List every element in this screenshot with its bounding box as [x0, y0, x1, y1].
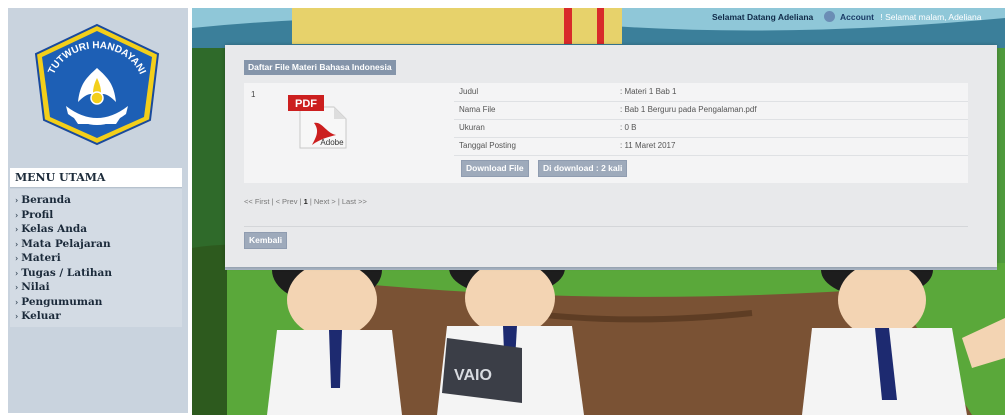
pagination-next[interactable]: Next > [314, 197, 336, 206]
sidebar-item-label: Beranda [21, 194, 71, 206]
meta-value: : 0 B [620, 123, 637, 132]
laptop-brand: VAIO [454, 367, 492, 384]
sidebar-item-label: Profil [21, 208, 54, 221]
meta-row-nama-file: Nama File : Bab 1 Berguru pada Pengalama… [454, 101, 968, 120]
meta-label: Nama File [459, 105, 496, 114]
user-icon [823, 11, 835, 23]
sidebar-item-tugas-latihan[interactable]: › Tugas / Latihan [10, 266, 182, 281]
meta-value: : 11 Maret 2017 [620, 141, 676, 150]
sidebar-item-label: Materi [21, 252, 61, 264]
meta-row-judul: Judul : Materi 1 Bab 1 [454, 83, 968, 102]
sidebar-item-mata-pelajaran[interactable]: › Mata Pelajaran [10, 237, 182, 252]
account-link[interactable]: Account [840, 12, 874, 22]
sidebar-item-kelas-anda[interactable]: › Kelas Anda [10, 222, 182, 237]
sidebar-item-label: Pengumuman [21, 295, 103, 308]
meta-label: Tanggal Posting [459, 141, 516, 150]
pagination-first[interactable]: << First [244, 197, 269, 206]
sidebar-item-pengumuman[interactable]: › Pengumuman [10, 295, 182, 310]
meta-label: Judul [459, 87, 479, 96]
bullet-icon: › [15, 296, 19, 307]
sidebar-item-label: Mata Pelajaran [21, 237, 111, 250]
bullet-icon: › [15, 253, 19, 263]
bullet-icon: › [15, 209, 19, 220]
pagination: << First | < Prev | 1 | Next > | Last >> [244, 197, 367, 206]
welcome-text: Selamat Datang Adeliana [712, 12, 814, 22]
tut-wuri-handayani-logo: TUTWURI HANDAYANI [30, 22, 164, 148]
sidebar-item-beranda[interactable]: › Beranda [10, 193, 182, 208]
file-entry: 1 PDF Adobe Judul : Materi 1 Bab 1 Nama … [244, 83, 968, 183]
download-file-button[interactable]: Download File [461, 160, 529, 177]
adobe-label: Adobe [320, 138, 344, 147]
divider [244, 226, 968, 227]
meta-value: : Bab 1 Berguru pada Pengalaman.pdf [620, 105, 757, 114]
pdf-file-icon[interactable]: PDF Adobe [284, 93, 350, 149]
meta-row-tanggal-posting: Tanggal Posting : 11 Maret 2017 [454, 137, 968, 156]
file-number: 1 [251, 90, 256, 99]
bullet-icon: › [15, 267, 19, 278]
sidebar-item-label: Nilai [21, 281, 50, 293]
bullet-icon: › [15, 282, 19, 292]
bullet-icon: › [15, 238, 19, 249]
meta-value: : Materi 1 Bab 1 [620, 87, 677, 96]
sidebar-item-label: Kelas Anda [21, 223, 88, 235]
sidebar-item-label: Keluar [21, 310, 61, 322]
sidebar-item-nilai[interactable]: › Nilai [10, 280, 182, 295]
meta-row-ukuran: Ukuran : 0 B [454, 119, 968, 138]
pagination-prev[interactable]: < Prev [276, 197, 298, 206]
sidebar-menu: › Beranda › Profil › Kelas Anda › Mata Pelaj… [10, 189, 182, 327]
sidebar: TUTWURI HANDAYANI MENU UTAMA › Beranda › P… [8, 8, 188, 413]
top-greeting-bar: Selamat Datang Adeliana Account ! Selama… [712, 10, 1005, 24]
sidebar-item-materi[interactable]: › Materi [10, 251, 182, 266]
page-title: Daftar File Materi Bahasa Indonesia [244, 60, 396, 75]
time-greeting-text: ! Selamat malam, Adeliana [880, 12, 982, 22]
content-panel: Daftar File Materi Bahasa Indonesia 1 PD… [225, 45, 997, 267]
sidebar-item-profil[interactable]: › Profil [10, 208, 182, 223]
pdf-label: PDF [295, 98, 317, 110]
sidebar-item-keluar[interactable]: › Keluar [10, 309, 182, 324]
bullet-icon: › [15, 224, 19, 234]
bullet-icon: › [15, 195, 19, 205]
sidebar-item-label: Tugas / Latihan [21, 266, 112, 279]
download-count-badge: Di download : 2 kali [538, 160, 628, 177]
back-button[interactable]: Kembali [244, 232, 288, 249]
meta-label: Ukuran [459, 123, 485, 132]
bullet-icon: › [15, 311, 19, 321]
menu-title: MENU UTAMA [10, 168, 182, 188]
pagination-last[interactable]: Last >> [342, 197, 367, 206]
